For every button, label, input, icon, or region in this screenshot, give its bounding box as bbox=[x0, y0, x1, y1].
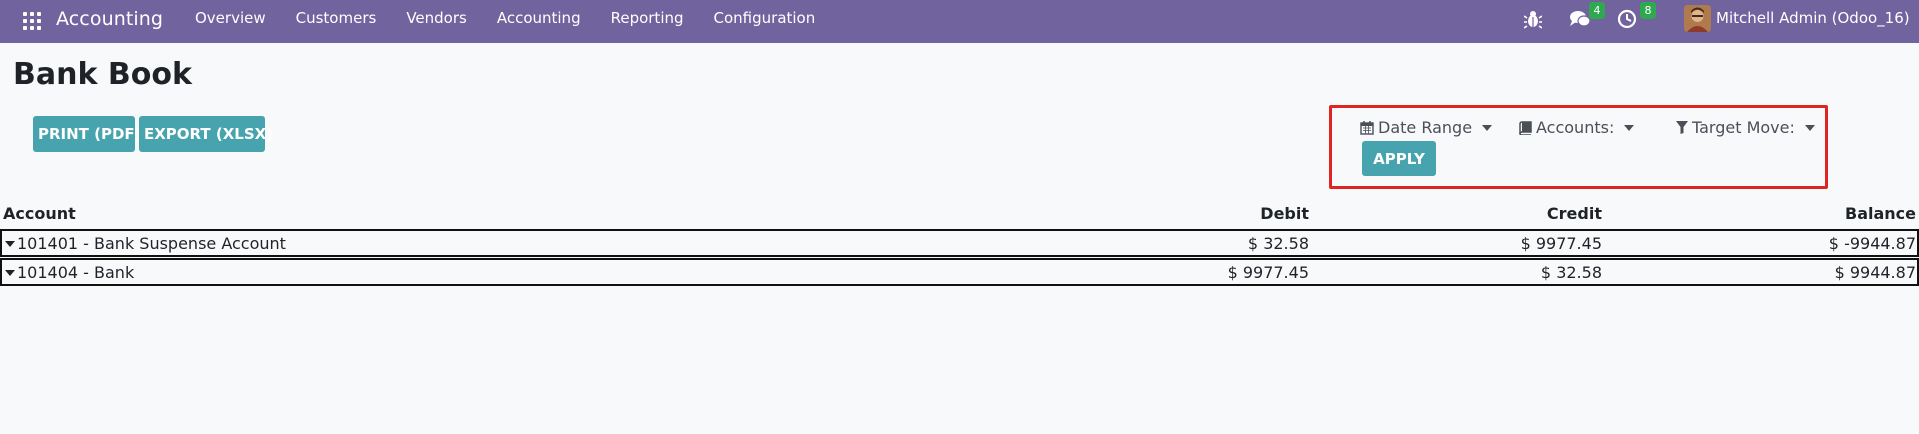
activity-count-badge: 8 bbox=[1640, 2, 1656, 19]
export-xlsx-button[interactable]: EXPORT (XLSX) bbox=[139, 116, 273, 152]
chevron-down-icon bbox=[1482, 124, 1493, 131]
chevron-down-icon bbox=[1624, 124, 1635, 131]
page-title: Bank Book bbox=[13, 57, 192, 92]
accounts-filter[interactable]: Accounts: bbox=[1519, 118, 1635, 137]
menu-item-overview[interactable]: Overview bbox=[180, 0, 281, 43]
table-row[interactable]: 101401 - Bank Suspense Account $ 32.58 $… bbox=[0, 229, 1919, 257]
chat-count-badge: 4 bbox=[1589, 2, 1605, 19]
table-row[interactable]: 101404 - Bank $ 9977.45 $ 32.58 $ 9944.8… bbox=[0, 258, 1919, 286]
menu-item-customers[interactable]: Customers bbox=[281, 0, 392, 43]
chevron-down-icon bbox=[1804, 124, 1815, 131]
menu-item-configuration[interactable]: Configuration bbox=[699, 0, 831, 43]
account-name: 101404 - Bank bbox=[17, 263, 135, 282]
bug-icon[interactable] bbox=[1524, 9, 1542, 29]
menu-item-accounting[interactable]: Accounting bbox=[482, 0, 596, 43]
column-header-debit: Debit bbox=[1260, 204, 1309, 223]
balance-cell: $ 9944.87 bbox=[1834, 263, 1916, 282]
date-range-filter[interactable]: Date Range bbox=[1360, 118, 1493, 137]
column-header-balance: Balance bbox=[1845, 204, 1916, 223]
caret-down-icon[interactable] bbox=[5, 241, 15, 247]
avatar[interactable] bbox=[1684, 5, 1711, 32]
apps-grid-icon[interactable] bbox=[21, 10, 41, 30]
menu-item-vendors[interactable]: Vendors bbox=[391, 0, 482, 43]
debit-cell: $ 32.58 bbox=[1247, 234, 1309, 253]
accounts-label: Accounts: bbox=[1536, 118, 1615, 137]
app-brand[interactable]: Accounting bbox=[56, 8, 163, 30]
balance-cell: $ -9944.87 bbox=[1828, 234, 1916, 253]
user-name[interactable]: Mitchell Admin (Odoo_16) bbox=[1716, 9, 1910, 27]
apply-button[interactable]: APPLY bbox=[1362, 141, 1436, 176]
calendar-icon bbox=[1360, 120, 1374, 135]
credit-cell: $ 32.58 bbox=[1540, 263, 1602, 282]
target-move-label: Target Move: bbox=[1692, 118, 1795, 137]
date-range-label: Date Range bbox=[1378, 118, 1473, 137]
caret-down-icon[interactable] bbox=[5, 270, 15, 276]
menu-item-reporting[interactable]: Reporting bbox=[596, 0, 699, 43]
debit-cell: $ 9977.45 bbox=[1227, 263, 1309, 282]
credit-cell: $ 9977.45 bbox=[1520, 234, 1602, 253]
clock-icon[interactable] bbox=[1617, 9, 1639, 29]
print-pdf-button[interactable]: PRINT (PDF) bbox=[33, 116, 142, 152]
top-navbar: Accounting Overview Customers Vendors Ac… bbox=[0, 0, 1919, 43]
filter-icon bbox=[1676, 121, 1688, 134]
column-header-account: Account bbox=[3, 204, 76, 223]
chat-icon[interactable] bbox=[1569, 9, 1591, 29]
book-icon bbox=[1519, 120, 1532, 135]
filter-panel: Date Range Accounts: Target Move: APPLY bbox=[1329, 105, 1828, 189]
account-name: 101401 - Bank Suspense Account bbox=[17, 234, 286, 253]
main-menu: Overview Customers Vendors Accounting Re… bbox=[180, 0, 830, 43]
column-header-credit: Credit bbox=[1546, 204, 1602, 223]
target-move-filter[interactable]: Target Move: bbox=[1676, 118, 1815, 137]
